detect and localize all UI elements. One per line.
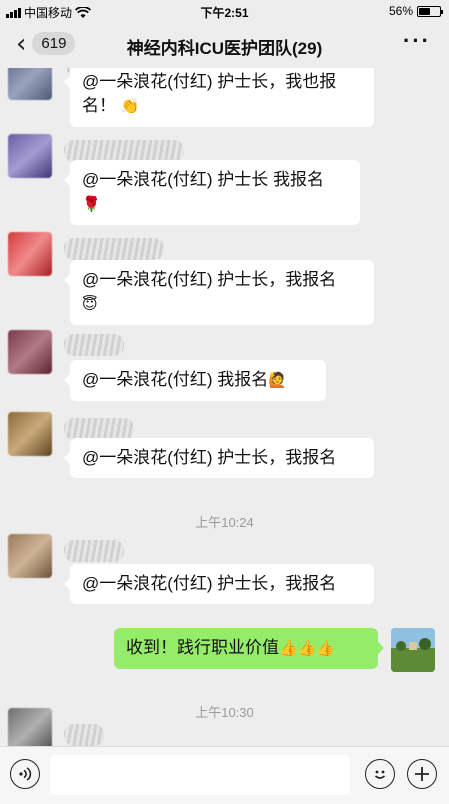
- sender-name: [64, 140, 184, 162]
- avatar[interactable]: [8, 68, 52, 100]
- battery-percent: 56%: [388, 4, 413, 18]
- message-text: @一朵浪花(付红) 护士长，我报名: [82, 270, 337, 289]
- my-avatar[interactable]: [391, 628, 435, 672]
- emoji-button[interactable]: [365, 759, 395, 789]
- message-text: @一朵浪花(付红) 护士长 我报名: [82, 170, 325, 189]
- more-button[interactable]: ···: [403, 28, 431, 54]
- message-text: 收到！践行职业价值: [126, 638, 279, 657]
- status-right: 56%: [388, 4, 443, 18]
- message-text-line2: 名！: [82, 96, 116, 115]
- input-bar: [0, 746, 449, 804]
- sender-name: [64, 724, 104, 746]
- message-text: @一朵浪花(付红) 护士长，我报名: [82, 448, 337, 467]
- avatar[interactable]: [8, 330, 52, 374]
- message-bubble[interactable]: @一朵浪花(付红) 护士长，我报名: [64, 564, 374, 604]
- clap-emoji-icon: 👏: [120, 98, 140, 115]
- chat-title: 神经内科ICU医护团队(29): [126, 39, 323, 58]
- avatar[interactable]: [8, 134, 52, 178]
- voice-icon: [19, 767, 32, 781]
- rose-emoji-icon: 🌹: [82, 196, 101, 213]
- plus-button[interactable]: [407, 759, 437, 789]
- timestamp: 上午10:30: [195, 705, 254, 720]
- status-time: 下午2:51: [200, 6, 249, 20]
- voice-button[interactable]: [10, 759, 40, 789]
- message-bubble[interactable]: @一朵浪花(付红) 护士长，我也报 名！ 👏: [64, 68, 374, 127]
- sender-name: [64, 238, 164, 260]
- battery-fill: [419, 7, 431, 15]
- status-bar: 中国移动 下午2:51 56%: [0, 0, 449, 22]
- message-bubble[interactable]: @一朵浪花(付红) 护士长 我报名 🌹: [64, 160, 360, 225]
- message-bubble[interactable]: @一朵浪花(付红) 护士长，我报名 😇: [64, 260, 374, 325]
- nav-bar: ‹ 619 神经内科ICU医护团队(29) ···: [0, 22, 449, 68]
- raising-hand-emoji-icon: 🙋: [268, 372, 287, 389]
- emoji-icon: [374, 770, 386, 779]
- message-bubble[interactable]: @一朵浪花(付红) 护士长，我报名: [64, 438, 374, 478]
- battery-icon: [417, 5, 443, 17]
- avatar[interactable]: [8, 412, 52, 456]
- avatar[interactable]: [8, 534, 52, 578]
- avatar[interactable]: [8, 232, 52, 276]
- landscape-photo: [391, 628, 435, 672]
- message-text: @一朵浪花(付红) 我报名: [82, 370, 269, 389]
- message-text: @一朵浪花(付红) 护士长，我报名: [82, 574, 337, 593]
- message-input[interactable]: [50, 755, 350, 795]
- message-text: @一朵浪花(付红) 护士长，我也报: [82, 72, 337, 91]
- smile-emoji-icon: 😇: [82, 296, 98, 313]
- message-bubble[interactable]: @一朵浪花(付红) 我报名🙋: [64, 360, 326, 401]
- sender-name: [64, 334, 124, 356]
- sender-name: [64, 540, 124, 562]
- timestamp: 上午10:24: [195, 515, 254, 530]
- avatar[interactable]: [8, 708, 52, 746]
- thumbs-up-emoji-icon: 👍👍👍: [279, 640, 336, 657]
- chat-list[interactable]: @一朵浪花(付红) 护士长，我也报 名！ 👏 @一朵浪花(付红) 护士长 我报名…: [0, 68, 449, 746]
- plus-icon: [415, 767, 429, 781]
- my-message-bubble[interactable]: 收到！践行职业价值👍👍👍: [114, 628, 384, 669]
- sender-name: [64, 418, 134, 440]
